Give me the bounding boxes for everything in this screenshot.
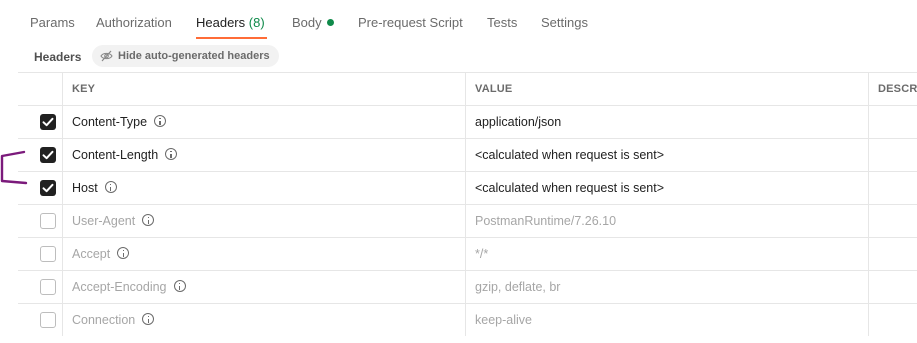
header-key: Content-Type [72,115,167,130]
annotation-bracket [0,150,28,185]
table-header-row: KEY VALUE DESCR [18,72,917,105]
description-column-header: DESCR [869,73,917,105]
value-cell[interactable]: application/json [466,106,869,138]
header-value: */* [475,247,489,261]
key-cell[interactable]: Content-Type [63,106,466,138]
header-enabled-checkbox[interactable] [40,180,56,196]
description-cell[interactable] [869,271,917,303]
header-key: Accept [72,247,130,262]
info-icon[interactable] [117,247,130,259]
headers-section-label: Headers [34,50,82,64]
row-check-cell [18,205,63,237]
value-cell[interactable]: gzip, deflate, br [466,271,869,303]
tab-body[interactable]: Body [292,15,334,31]
tab-headers-count: (8) [248,15,265,30]
eye-off-icon [100,50,113,62]
header-enabled-checkbox[interactable] [40,279,56,295]
value-cell[interactable]: PostmanRuntime/7.26.10 [466,205,869,237]
key-cell[interactable]: Content-Length [63,139,466,171]
tab-tests[interactable]: Tests [487,15,517,31]
header-value: <calculated when request is sent> [475,148,665,162]
tab-pre-request-script[interactable]: Pre-request Script [358,15,463,31]
tab-authorization[interactable]: Authorization [96,15,172,31]
table-row: User-Agent PostmanRuntime/7.26.10 [18,204,917,237]
header-value: PostmanRuntime/7.26.10 [475,214,617,228]
row-check-cell [18,304,63,336]
tab-headers-label: Headers [196,15,246,30]
key-cell[interactable]: Connection [63,304,466,336]
checkmark-icon [42,150,54,160]
description-column-label: DESCR [878,83,917,95]
info-icon[interactable] [142,214,155,226]
key-cell[interactable]: Host [63,172,466,204]
header-check-cell [18,73,63,105]
table-row: Connection keep-alive [18,303,917,336]
key-column-header: KEY [63,73,466,105]
info-icon[interactable] [165,148,178,160]
checkmark-icon [42,117,54,127]
key-column-label: KEY [72,83,96,95]
headers-table: KEY VALUE DESCR Content-Type application/… [18,72,917,336]
key-cell[interactable]: Accept [63,238,466,270]
table-body: Content-Type application/json Content-Leng… [18,105,917,336]
key-cell[interactable]: Accept-Encoding [63,271,466,303]
table-row: Accept */* [18,237,917,270]
header-enabled-checkbox[interactable] [40,312,56,328]
value-cell[interactable]: */* [466,238,869,270]
header-key: Host [72,181,117,196]
info-icon[interactable] [154,115,167,127]
table-row: Content-Length <calculated when request i… [18,138,917,171]
tab-settings[interactable]: Settings [541,15,588,31]
value-column-label: VALUE [475,83,513,95]
value-cell[interactable]: <calculated when request is sent> [466,139,869,171]
header-enabled-checkbox[interactable] [40,213,56,229]
value-cell[interactable]: keep-alive [466,304,869,336]
tab-headers[interactable]: Headers (8) [196,15,265,31]
header-value: application/json [475,115,562,129]
tab-body-label: Body [292,15,322,30]
row-check-cell [18,271,63,303]
row-check-cell [18,238,63,270]
description-cell[interactable] [869,304,917,336]
info-icon[interactable] [142,313,155,325]
description-cell[interactable] [869,205,917,237]
body-modified-dot-icon [326,19,334,26]
header-key: Content-Length [72,148,178,163]
table-row: Host <calculated when request is sent> [18,171,917,204]
description-cell[interactable] [869,172,917,204]
table-row: Accept-Encoding gzip, deflate, br [18,270,917,303]
header-value: gzip, deflate, br [475,280,561,294]
key-cell[interactable]: User-Agent [63,205,466,237]
description-cell[interactable] [869,238,917,270]
header-key: Accept-Encoding [72,280,186,295]
request-tabs: Params Authorization Headers (8) Body Pr… [0,0,917,42]
tab-params[interactable]: Params [30,15,75,31]
value-cell[interactable]: <calculated when request is sent> [466,172,869,204]
hide-auto-generated-headers-button[interactable]: Hide auto-generated headers [92,45,279,67]
header-enabled-checkbox[interactable] [40,246,56,262]
header-value: keep-alive [475,313,532,327]
hide-button-label: Hide auto-generated headers [118,50,270,62]
active-tab-indicator [196,37,267,39]
table-row: Content-Type application/json [18,105,917,138]
header-key: Connection [72,313,155,328]
info-icon[interactable] [104,181,117,193]
value-column-header: VALUE [466,73,869,105]
description-cell[interactable] [869,139,917,171]
header-value: <calculated when request is sent> [475,181,665,195]
info-icon[interactable] [173,280,186,292]
header-enabled-checkbox[interactable] [40,114,56,130]
description-cell[interactable] [869,106,917,138]
row-check-cell [18,106,63,138]
checkmark-icon [42,183,54,193]
header-key: User-Agent [72,214,155,229]
header-enabled-checkbox[interactable] [40,147,56,163]
